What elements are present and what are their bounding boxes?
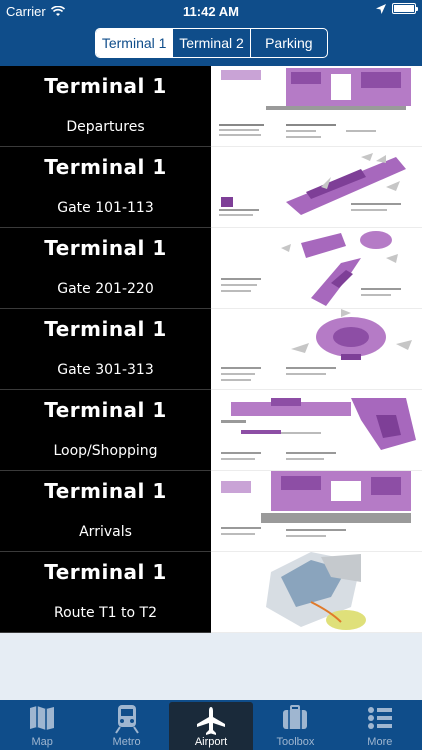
tab-label: Map [31, 736, 53, 748]
list-item-route-t1-t2[interactable]: Terminal 1 Route T1 to T2 [0, 552, 422, 633]
list-item-subtitle: Arrivals [79, 524, 132, 540]
list-item-text: Terminal 1 Route T1 to T2 [0, 552, 211, 633]
list-item-gate-101-113[interactable]: Terminal 1 Gate 101-113 [0, 147, 422, 228]
list-icon [367, 707, 392, 729]
list-item-subtitle: Loop/Shopping [53, 443, 158, 459]
segment-parking[interactable]: Parking [249, 29, 327, 57]
map-thumbnail [211, 309, 422, 390]
status-right [376, 3, 418, 14]
map-thumbnail [211, 228, 422, 309]
list-item-subtitle: Gate 201-220 [57, 281, 154, 297]
list-empty-area [0, 635, 422, 700]
tab-airport[interactable]: Airport [168, 702, 254, 750]
list-item-title: Terminal 1 [44, 236, 167, 260]
tab-bar: Map Metro Airport Toolbox More [0, 700, 422, 750]
map-thumbnail [211, 390, 422, 471]
top-bar: Carrier 11:42 AM Terminal 1 Terminal 2 P… [0, 0, 422, 66]
list-item-gate-201-220[interactable]: Terminal 1 Gate 201-220 [0, 228, 422, 309]
list-item-title: Terminal 1 [44, 74, 167, 98]
tab-toolbox[interactable]: Toolbox [253, 700, 337, 750]
terminal-segmented-control: Terminal 1 Terminal 2 Parking [95, 28, 328, 58]
list-item-loop-shopping[interactable]: Terminal 1 Loop/Shopping [0, 390, 422, 471]
map-icon [30, 706, 55, 730]
list-item-subtitle: Gate 301-313 [57, 362, 154, 378]
list-item-title: Terminal 1 [44, 479, 167, 503]
map-thumbnail [211, 66, 422, 147]
tab-label: Metro [112, 736, 141, 748]
map-thumbnail [211, 147, 422, 228]
train-icon [114, 705, 139, 734]
location-arrow-icon [376, 3, 386, 14]
list-item-subtitle: Departures [66, 119, 145, 135]
map-thumbnail [211, 471, 422, 552]
segment-terminal-2[interactable]: Terminal 2 [172, 29, 249, 57]
list-item-title: Terminal 1 [44, 317, 167, 341]
list-item-arrivals[interactable]: Terminal 1 Arrivals [0, 471, 422, 552]
status-bar: Carrier 11:42 AM [0, 0, 422, 22]
tab-metro[interactable]: Metro [84, 700, 168, 750]
tab-map[interactable]: Map [0, 700, 84, 750]
tab-label: Airport [194, 736, 228, 748]
status-time: 11:42 AM [183, 4, 239, 19]
list-item-title: Terminal 1 [44, 155, 167, 179]
tab-label: More [367, 736, 393, 748]
list-item-text: Terminal 1 Gate 201-220 [0, 228, 211, 309]
list-item-gate-301-313[interactable]: Terminal 1 Gate 301-313 [0, 309, 422, 390]
map-list: Terminal 1 Departures Terminal 1 Gate 10… [0, 66, 422, 635]
battery-icon [392, 3, 418, 14]
list-item-text: Terminal 1 Gate 101-113 [0, 147, 211, 228]
airplane-icon [197, 707, 226, 735]
segment-terminal-1[interactable]: Terminal 1 [96, 29, 173, 57]
list-item-text: Terminal 1 Departures [0, 66, 211, 147]
list-item-text: Terminal 1 Gate 301-313 [0, 309, 211, 390]
list-item-subtitle: Route T1 to T2 [54, 605, 157, 621]
list-item-text: Terminal 1 Loop/Shopping [0, 390, 211, 471]
briefcase-icon [283, 705, 308, 729]
list-item-departures[interactable]: Terminal 1 Departures [0, 66, 422, 147]
map-thumbnail [211, 552, 422, 633]
list-item-title: Terminal 1 [44, 560, 167, 584]
list-item-subtitle: Gate 101-113 [57, 200, 154, 216]
list-item-title: Terminal 1 [44, 398, 167, 422]
list-item-text: Terminal 1 Arrivals [0, 471, 211, 552]
tab-label: Toolbox [276, 736, 315, 748]
tab-more[interactable]: More [338, 700, 422, 750]
